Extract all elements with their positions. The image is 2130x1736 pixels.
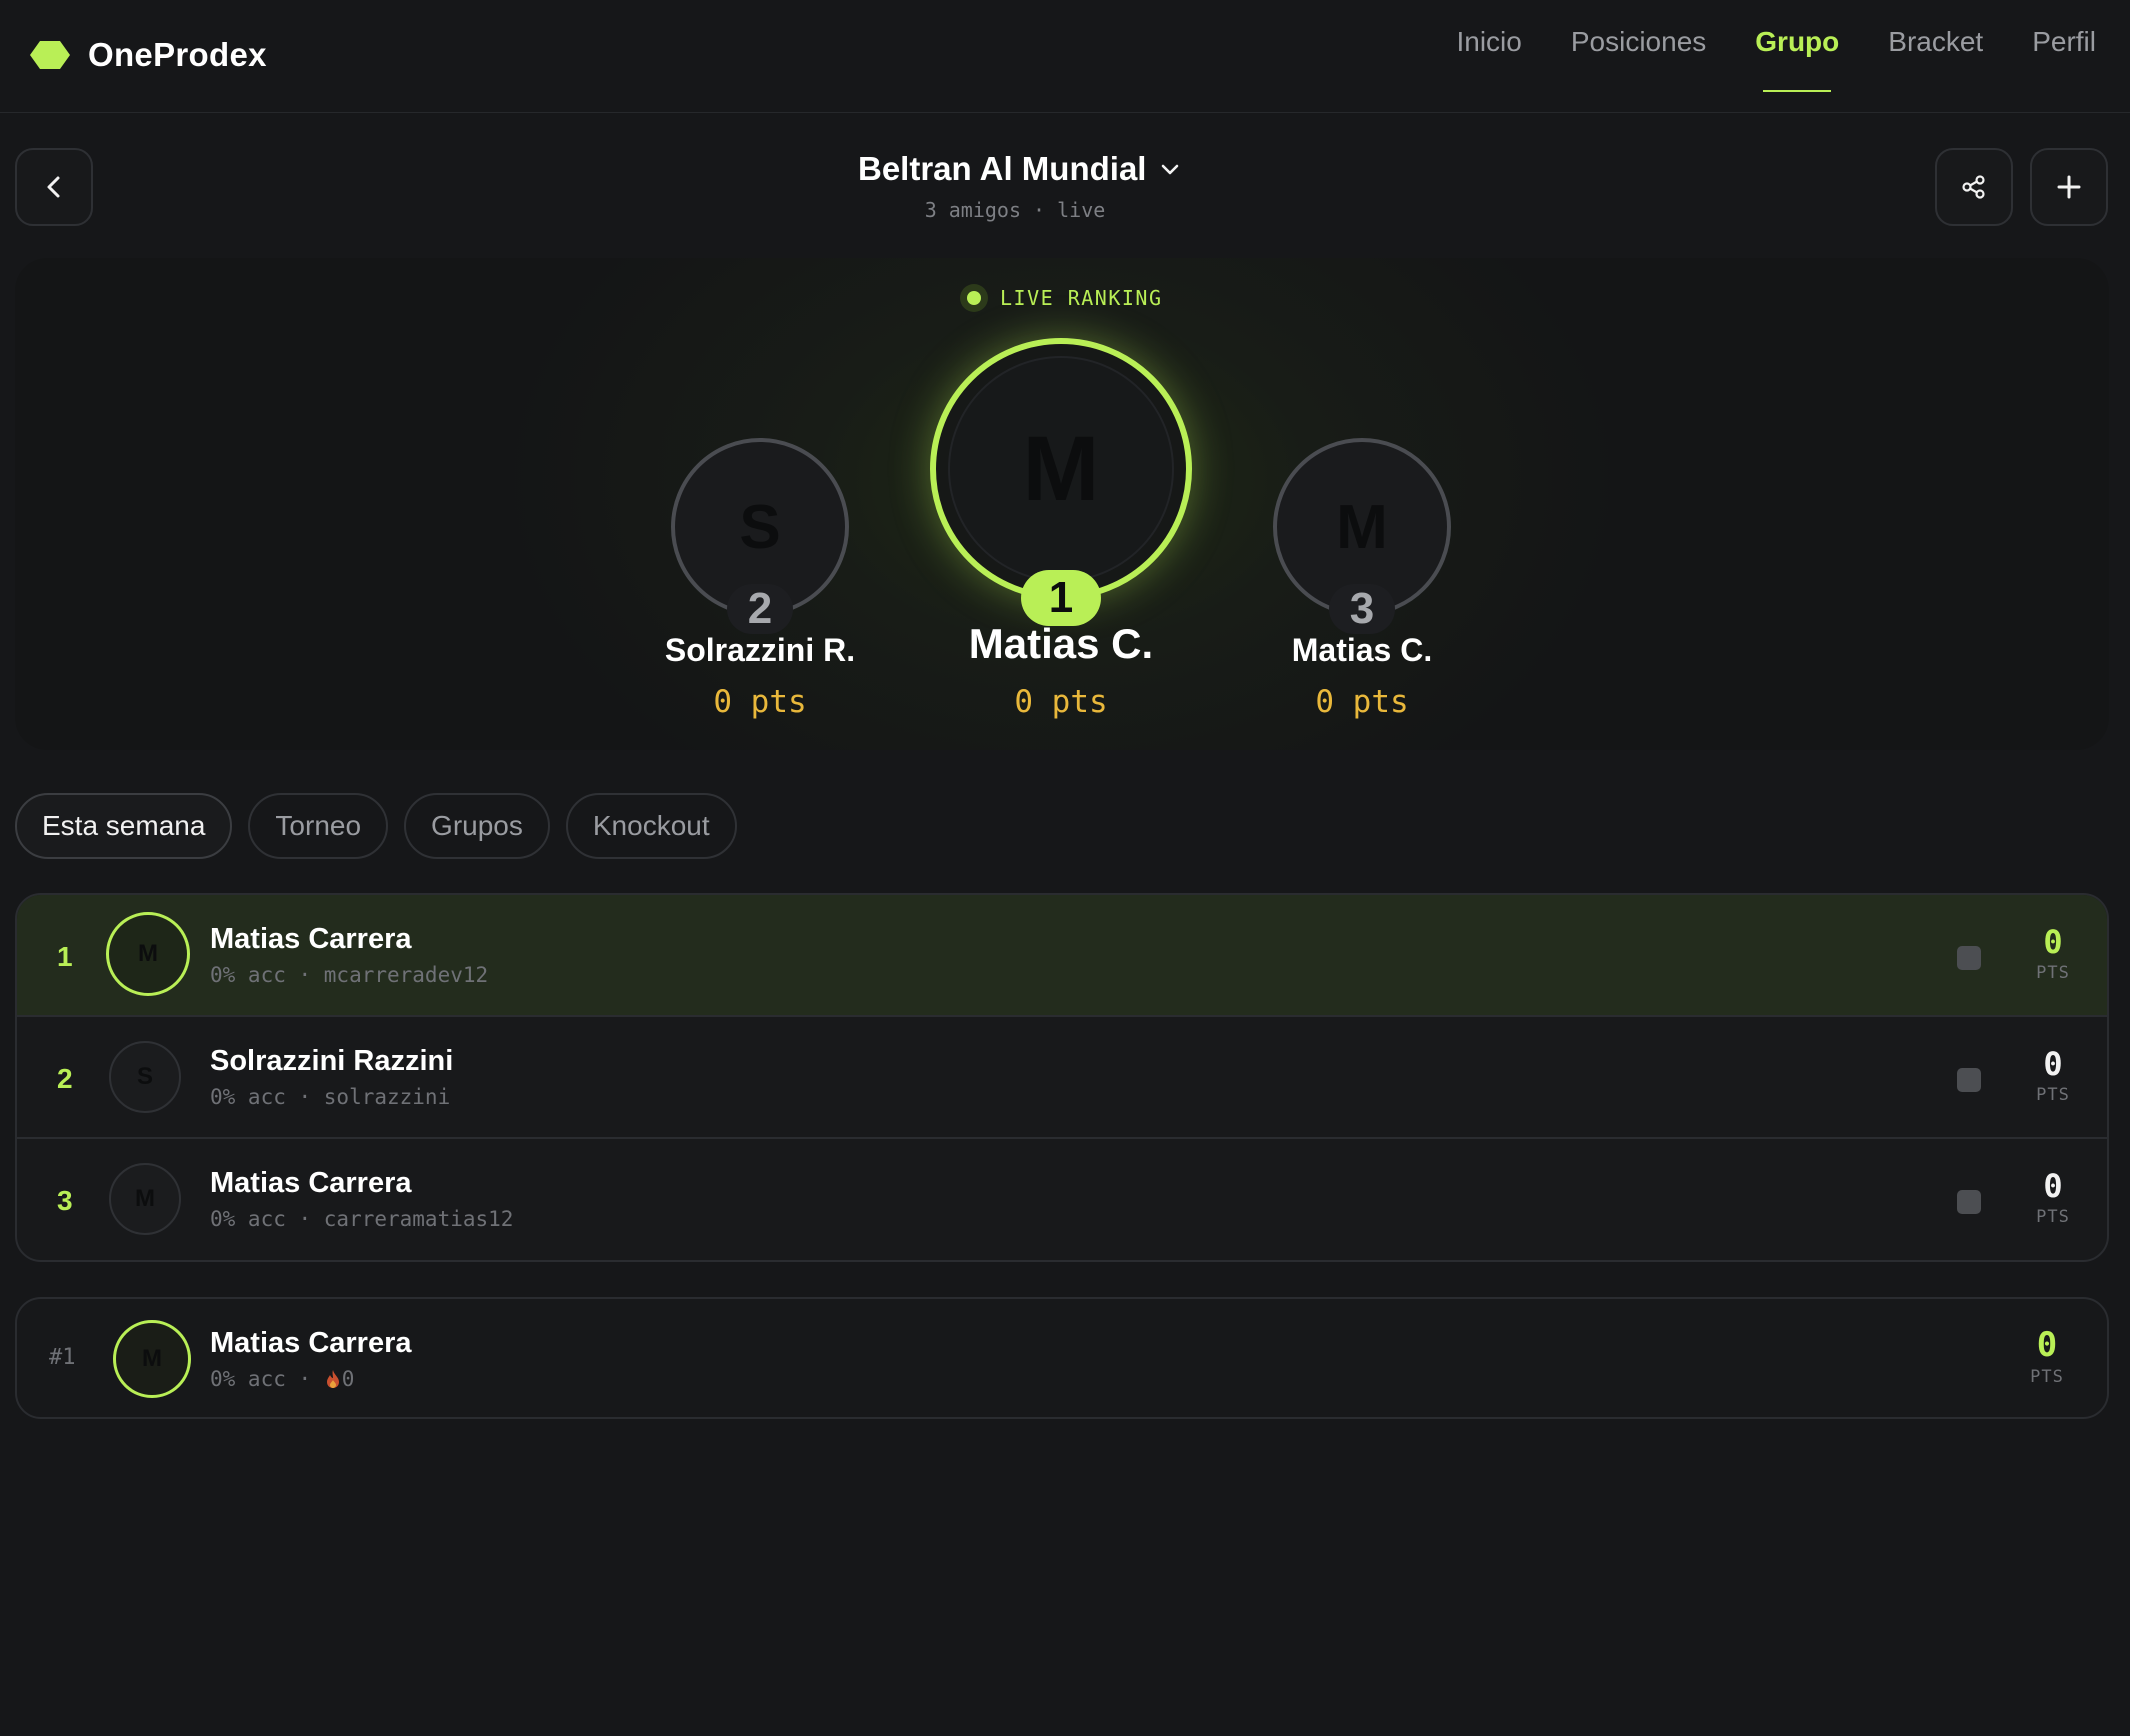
my-accuracy: 0% acc · xyxy=(210,1367,324,1391)
row-status-square xyxy=(1957,1190,1981,1214)
ranking-row[interactable]: 3 M Matias Carrera 0% acc · carreramatia… xyxy=(17,1139,2107,1260)
my-name: Matias Carrera xyxy=(210,1327,412,1359)
podium-points-third: 0 pts xyxy=(1315,684,1409,720)
tab-esta-semana[interactable]: Esta semana xyxy=(15,793,233,859)
chevron-down-icon xyxy=(1162,164,1179,175)
podium-name-third: Matias C. xyxy=(1291,632,1433,668)
tab-torneo[interactable]: Torneo xyxy=(248,793,389,859)
row-meta: 0% acc · carreramatias12 xyxy=(210,1207,514,1231)
podium-initial-first: M xyxy=(1022,417,1100,520)
row-points: 0 xyxy=(2043,1167,2063,1205)
podium-points-second: 0 pts xyxy=(713,684,807,720)
back-button[interactable] xyxy=(15,148,93,226)
my-meta: 0% acc · 0 xyxy=(210,1367,354,1391)
row-points-label: PTS xyxy=(2036,963,2070,983)
row-name: Matias Carrera xyxy=(210,1167,412,1199)
my-position-card[interactable]: #1 M Matias Carrera 0% acc · 0 0 PTS xyxy=(15,1297,2109,1419)
main-nav: Inicio Posiciones Grupo Bracket Perfil xyxy=(1407,26,2096,92)
ranking-filter-tabs: Esta semana Torneo Grupos Knockout xyxy=(15,793,753,859)
tab-grupos[interactable]: Grupos xyxy=(404,793,550,859)
my-rank: #1 xyxy=(49,1345,76,1370)
live-ranking-indicator: LIVE RANKING xyxy=(960,284,1163,312)
row-points: 0 xyxy=(2043,1045,2063,1083)
row-meta: 0% acc · solrazzini xyxy=(210,1085,451,1109)
podium-avatar-first[interactable]: M xyxy=(930,338,1192,600)
podium-points-first: 0 pts xyxy=(1014,684,1108,720)
avatar: M xyxy=(109,1163,181,1235)
chevron-left-icon xyxy=(47,176,60,198)
avatar: M xyxy=(106,912,190,996)
ranking-list: 1 M Matias Carrera 0% acc · mcarreradev1… xyxy=(15,893,2109,1262)
plus-icon xyxy=(2057,175,2081,199)
avatar: M xyxy=(113,1320,191,1398)
my-points: 0 xyxy=(2036,1325,2058,1365)
row-status-square xyxy=(1957,946,1981,970)
nav-inicio[interactable]: Inicio xyxy=(1456,26,1521,92)
row-rank: 2 xyxy=(57,1063,73,1094)
fire-icon xyxy=(326,1370,339,1388)
my-streak: 0 xyxy=(341,1367,355,1391)
group-subtitle: 3 amigos · live xyxy=(924,198,1106,222)
my-points-label: PTS xyxy=(2030,1367,2064,1387)
row-rank: 3 xyxy=(57,1185,73,1216)
live-dot-icon xyxy=(960,284,988,312)
rank-badge-third: 3 xyxy=(1329,584,1395,634)
avatar: S xyxy=(109,1041,181,1113)
share-button[interactable] xyxy=(1935,148,2013,226)
group-title: Beltran Al Mundial xyxy=(858,150,1147,187)
row-points-label: PTS xyxy=(2036,1085,2070,1105)
nav-grupo[interactable]: Grupo xyxy=(1755,26,1839,92)
ranking-row[interactable]: 1 M Matias Carrera 0% acc · mcarreradev1… xyxy=(17,895,2107,1017)
row-name: Solrazzini Razzini xyxy=(210,1045,454,1077)
rank-badge-first: 1 xyxy=(1021,570,1101,626)
podium-card: LIVE RANKING S 2 Solrazzini R. 0 pts M 1… xyxy=(15,258,2109,750)
hexagon-logo-icon xyxy=(30,41,70,69)
row-rank: 1 xyxy=(57,941,73,972)
group-selector[interactable]: Beltran Al Mundial xyxy=(858,150,1182,188)
ranking-row[interactable]: 2 S Solrazzini Razzini 0% acc · solrazzi… xyxy=(17,1017,2107,1139)
share-icon xyxy=(1962,175,1985,199)
add-button[interactable] xyxy=(2030,148,2108,226)
podium-name-first: Matias C. xyxy=(968,620,1154,667)
row-points: 0 xyxy=(2043,923,2063,961)
brand[interactable]: OneProdex xyxy=(30,35,267,75)
rank-badge-second: 2 xyxy=(727,584,793,634)
row-meta: 0% acc · mcarreradev12 xyxy=(210,963,489,987)
nav-perfil[interactable]: Perfil xyxy=(2032,26,2096,92)
live-ranking-label: LIVE RANKING xyxy=(1000,286,1163,310)
row-status-square xyxy=(1957,1068,1981,1092)
nav-bracket[interactable]: Bracket xyxy=(1888,26,1983,92)
top-navbar: OneProdex Inicio Posiciones Grupo Bracke… xyxy=(0,0,2130,113)
row-name: Matias Carrera xyxy=(210,923,412,955)
row-points-label: PTS xyxy=(2036,1207,2070,1227)
brand-name: OneProdex xyxy=(88,36,267,73)
nav-posiciones[interactable]: Posiciones xyxy=(1571,26,1706,92)
tab-knockout[interactable]: Knockout xyxy=(565,793,737,859)
